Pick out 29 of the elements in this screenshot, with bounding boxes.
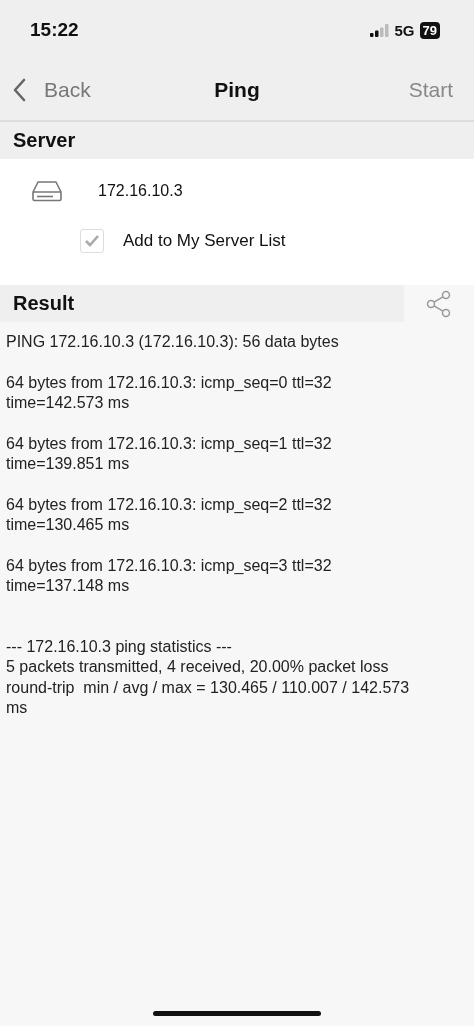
- network-label: 5G: [394, 21, 415, 39]
- battery-level: 79: [419, 21, 440, 39]
- output-line: 64 bytes from 172.16.10.3: icmp_seq=3 ttl=32: [6, 555, 333, 576]
- chevron-left-icon: [12, 78, 26, 102]
- server-address: 172.16.10.3: [98, 182, 183, 200]
- output-line: 64 bytes from 172.16.10.3: icmp_seq=1 ttl=32: [6, 433, 333, 454]
- output-line: 5 packets transmitted, 4 received, 20.00% packet loss: [6, 657, 390, 677]
- checkbox-label: Add to My Server List: [123, 231, 286, 251]
- checkbox[interactable]: [80, 229, 104, 253]
- output-line: --- 172.16.10.3 ping statistics ---: [6, 636, 233, 657]
- section-title: Result: [13, 292, 75, 315]
- signal-icon: [369, 23, 390, 37]
- section-title: Server: [13, 129, 76, 152]
- output-line: round-trip min / avg / max = 130.465 / 110.007 / 142.573: [6, 677, 411, 698]
- status-time: 15:22: [30, 19, 79, 41]
- share-icon: [426, 289, 452, 318]
- output-line: time=142.573 ms: [6, 393, 131, 413]
- output-line: 64 bytes from 172.16.10.3: icmp_seq=2 ttl=32: [6, 494, 333, 515]
- output-line: 64 bytes from 172.16.10.3: icmp_seq=0 ttl=32: [6, 372, 333, 393]
- back-button[interactable]: Back: [0, 78, 91, 102]
- drive-icon: [31, 180, 63, 202]
- check-icon: [84, 234, 100, 248]
- output-line: time=139.851 ms: [6, 454, 131, 474]
- screen-title: Ping: [214, 78, 260, 102]
- output-line: time=137.148 ms: [6, 576, 131, 596]
- start-button[interactable]: Start: [408, 78, 474, 102]
- output-line: time=130.465 ms: [6, 515, 131, 535]
- output-line: ms: [6, 698, 29, 718]
- output-line: PING 172.16.10.3 (172.16.10.3): 56 data bytes: [6, 332, 340, 352]
